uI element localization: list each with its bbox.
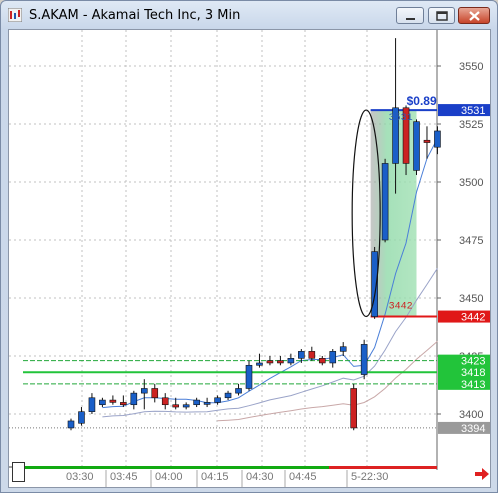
candle-body [120, 402, 127, 406]
close-icon [469, 11, 480, 21]
price-chart[interactable]: 03:30 03:45 04:00 04:15 04:30 04:45 5-22:30 355… [9, 30, 490, 487]
scroll-right-arrow-icon[interactable] [474, 467, 490, 481]
price-axis-label: 3500 [459, 177, 483, 189]
candle-body [298, 351, 305, 359]
time-axis-label: 03:45 [110, 471, 138, 483]
chart-app-icon [8, 8, 22, 22]
volume-bar-up [23, 466, 329, 469]
maximize-button[interactable] [428, 7, 455, 24]
level-tag-text-3423: 3423 [461, 356, 485, 368]
time-axis-label: 5-22:30 [351, 471, 388, 483]
candle-body [360, 344, 368, 375]
candle-body [308, 351, 316, 359]
candle-body [99, 399, 106, 406]
level-tag-text-3413: 3413 [461, 379, 485, 391]
candle-body [67, 420, 75, 429]
volume-bar-down [329, 466, 437, 469]
level-tag-text-3394: 3394 [461, 423, 485, 435]
candle-body [381, 163, 389, 241]
candle-body [256, 362, 263, 366]
candle-body [203, 402, 211, 405]
candle-body [329, 351, 337, 364]
candle-body [193, 399, 200, 406]
close-button[interactable] [458, 7, 490, 24]
candle-body [287, 358, 295, 364]
candle-body [245, 364, 253, 389]
level-tag-text-3442: 3442 [461, 312, 485, 324]
time-axis-label: 04:15 [201, 471, 229, 483]
candle-body [224, 392, 232, 399]
measure-bottom-label: 3442 [389, 302, 413, 313]
candle-body [182, 404, 190, 408]
price-axis-label: 3475 [459, 235, 483, 247]
candle-body [130, 392, 138, 406]
candle-body [235, 388, 242, 394]
candle-body [109, 399, 117, 403]
candle-body [172, 404, 179, 408]
title-bar[interactable]: S.AKAM - Akamai Tech Inc, 3 Min [1, 1, 497, 29]
price-axis-label: 3400 [459, 409, 483, 421]
minimize-button[interactable] [396, 7, 424, 24]
chart-window: S.AKAM - Akamai Tech Inc, 3 Min 03:30 03:… [0, 0, 498, 493]
maximize-icon [436, 11, 448, 21]
candle-body [413, 121, 420, 171]
measure-top-label: 3531 [389, 113, 413, 124]
candle-body [88, 397, 96, 412]
candle-body [161, 397, 169, 406]
candle-body [339, 346, 347, 352]
minimize-icon [406, 18, 415, 20]
candle-body [214, 397, 221, 403]
time-axis-label: 04:45 [289, 471, 317, 483]
candle-body [318, 358, 326, 364]
candle-body [266, 360, 274, 364]
time-axis-label: 04:30 [246, 471, 274, 483]
level-tag-text-3531: 3531 [461, 105, 485, 117]
candle-body [350, 388, 357, 429]
level-tag-text-3418: 3418 [461, 367, 485, 379]
window-title: S.AKAM - Akamai Tech Inc, 3 Min [29, 8, 241, 23]
candle-body [140, 388, 148, 394]
candle-body [151, 388, 159, 399]
candle-body [434, 130, 441, 148]
price-axis-label: 3450 [459, 293, 483, 305]
measure-change-label: $0.89 [407, 94, 437, 108]
price-axis-label: 3525 [459, 119, 483, 131]
chart-panel[interactable]: 03:30 03:45 04:00 04:15 04:30 04:45 5-22:30 355… [8, 29, 491, 488]
candle-body [423, 139, 431, 143]
time-axis-label: 04:00 [155, 471, 183, 483]
candle-body [78, 411, 85, 424]
chart-corner-box[interactable] [12, 462, 25, 482]
price-axis-label: 3550 [459, 61, 483, 73]
candle-body [277, 360, 284, 364]
time-axis-label: 03:30 [66, 471, 94, 483]
